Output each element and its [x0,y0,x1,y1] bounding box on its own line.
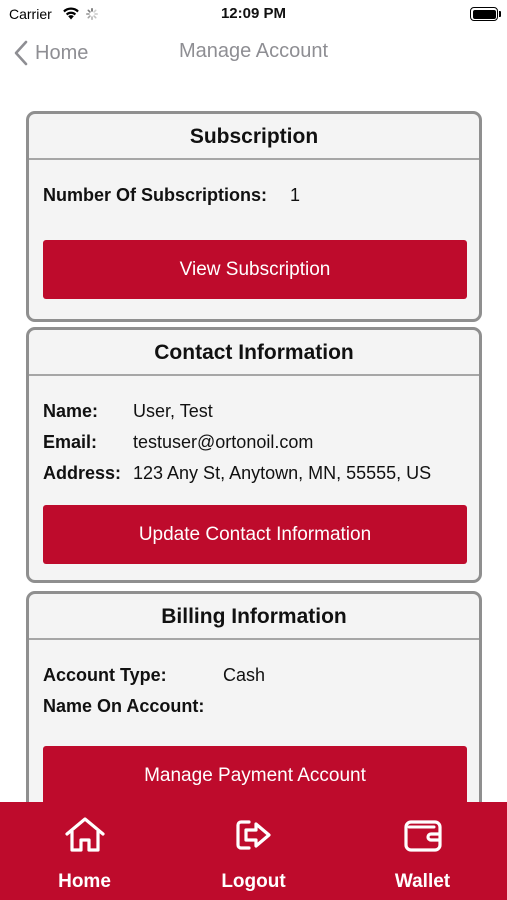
billing-card-title: Billing Information [29,594,479,640]
manage-payment-account-button[interactable]: Manage Payment Account [43,746,467,805]
email-label: Email: [43,432,98,452]
tab-logout[interactable]: Logout [169,802,338,900]
billing-information-card: Billing Information Account Type: Cash N… [26,591,482,811]
page-title: Manage Account [179,40,328,62]
tab-logout-label: Logout [221,871,286,892]
address-value: 123 Any St, Anytown, MN, 55555, US [133,463,432,483]
battery-level [472,9,496,19]
email-value: testuser@ortonoil.com [133,432,314,452]
contact-address-row: Address: 123 Any St, Anytown, MN, 55555,… [43,458,465,489]
subscription-count-row: Number Of Subscriptions: 1 [43,180,465,211]
name-on-account-row: Name On Account: [43,691,465,722]
contact-email-row: Email: testuser@ortonoil.com [43,427,465,458]
tab-home-label: Home [58,871,111,892]
subscription-count-value: 1 [290,185,301,205]
contact-card-title: Contact Information [29,330,479,376]
status-bar: Carrier 12:09 PM [0,0,507,28]
tab-wallet[interactable]: Wallet [338,802,507,900]
subscription-card-title: Subscription [29,114,479,160]
account-type-label: Account Type: [43,665,167,685]
navigation-bar: Home Manage Account [0,30,507,74]
wallet-icon [338,815,507,855]
contact-card-body: Name: User, Test Email: testuser@ortonoi… [29,396,479,564]
contact-information-card: Contact Information Name: User, Test Ema… [26,327,482,583]
status-time: 12:09 PM [220,5,287,22]
account-type-value: Cash [223,665,266,685]
update-contact-information-button[interactable]: Update Contact Information [43,505,467,564]
battery-tip [499,11,501,17]
subscription-card: Subscription Number Of Subscriptions: 1 … [26,111,482,322]
tab-wallet-label: Wallet [394,871,451,892]
tab-bar: Home Logout Wallet [0,802,507,900]
address-label: Address: [43,463,122,483]
contact-name-row: Name: User, Test [43,396,465,427]
view-subscription-button[interactable]: View Subscription [43,240,467,299]
subscription-count-label: Number Of Subscriptions: [43,185,268,205]
account-type-row: Account Type: Cash [43,660,465,691]
name-value: User, Test [133,401,213,421]
subscription-card-body: Number Of Subscriptions: 1 View Subscrip… [29,180,479,299]
name-on-account-label: Name On Account: [43,696,205,716]
battery-icon [470,7,498,21]
home-icon [0,815,169,855]
billing-card-body: Account Type: Cash Name On Account: Mana… [29,660,479,805]
tab-home[interactable]: Home [0,802,169,900]
name-label: Name: [43,401,99,421]
logout-icon [169,815,338,855]
